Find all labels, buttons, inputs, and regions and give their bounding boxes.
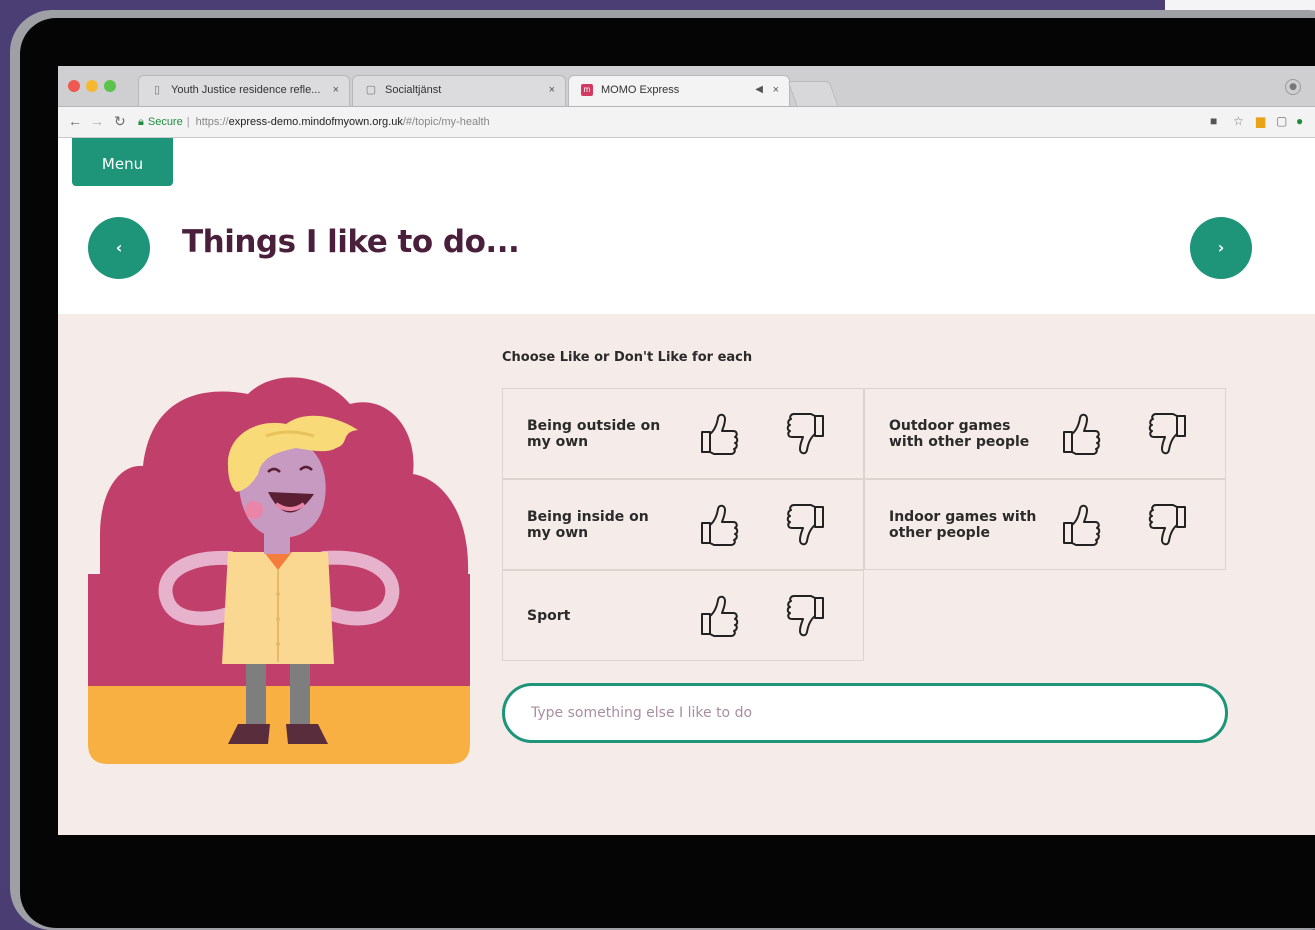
activity-label: Indoor games with other people <box>889 508 1037 541</box>
tab-close-icon[interactable]: × <box>333 84 339 96</box>
menu-button[interactable]: Menu <box>72 138 173 186</box>
minimize-window-icon[interactable] <box>86 80 98 92</box>
tab-label: MOMO Express <box>601 84 680 96</box>
extension-square-icon[interactable]: ▢ <box>1276 113 1287 129</box>
tab-label: Socialtjänst <box>385 84 442 96</box>
page-title: Things I like to do... <box>182 224 520 260</box>
activity-label: Being inside on my own <box>527 508 649 541</box>
thumbs-down-icon[interactable] <box>1146 410 1190 458</box>
thumbs-up-icon[interactable] <box>1059 410 1103 458</box>
activity-label: Being outside on my own <box>527 417 661 450</box>
activity-cell-indoor-games: Indoor games with other people <box>864 479 1226 570</box>
reload-icon[interactable]: ↻ <box>114 113 126 130</box>
new-tab-button[interactable] <box>787 81 839 106</box>
url-host: express-demo.mindofmyown.org.uk <box>228 116 403 128</box>
browser-tab-socialtjanst[interactable]: ▢ Socialtjänst × <box>352 75 566 106</box>
forward-arrow-icon[interactable]: → <box>90 113 104 129</box>
extension-folder-icon[interactable]: ▆ <box>1256 113 1265 129</box>
thumbs-down-icon[interactable] <box>1146 501 1190 549</box>
activity-cell-inside-alone: Being inside on my own <box>502 479 864 570</box>
previous-button[interactable]: ‹ <box>88 217 150 279</box>
activity-label: Sport <box>527 607 571 624</box>
url-field[interactable]: 🔒︎ Secure | https://express-demo.mindofmyow… <box>138 111 1138 133</box>
tab-label: Youth Justice residence refle... <box>171 84 321 96</box>
thumbs-down-icon[interactable] <box>784 592 828 640</box>
camera-icon[interactable]: ■ <box>1210 113 1217 129</box>
instruction-text: Choose Like or Don't Like for each <box>502 350 753 365</box>
tab-close-icon[interactable]: × <box>773 84 779 96</box>
browser-tab-momo-express[interactable]: m MOMO Express ◀ × <box>568 75 790 106</box>
thumbs-down-icon[interactable] <box>784 410 828 458</box>
document-icon: ▢ <box>365 84 377 96</box>
thumbs-down-icon[interactable] <box>784 501 828 549</box>
laptop-screen: ▯ Youth Justice residence refle... × ▢ S… <box>58 66 1315 835</box>
web-page: Menu ‹ Things I like to do... › Choose L… <box>58 138 1315 835</box>
illustration-floor <box>88 684 470 764</box>
something-else-input[interactable] <box>502 683 1228 743</box>
url-path: /#/topic/my-health <box>402 116 490 128</box>
question-panel: Choose Like or Don't Like for each Being… <box>58 314 1315 835</box>
speaker-icon[interactable]: ◀ <box>755 84 763 95</box>
activity-cell-sport: Sport <box>502 570 864 661</box>
activity-cell-outdoor-games: Outdoor games with other people <box>864 388 1226 479</box>
tab-close-icon[interactable]: × <box>549 84 555 96</box>
browser-address-bar: ← → ↻ 🔒︎ Secure | https://express-demo.mind… <box>58 107 1315 138</box>
page-icon: ▯ <box>153 84 161 96</box>
activity-cell-outside-alone: Being outside on my own <box>502 388 864 479</box>
browser-tab-bar: ▯ Youth Justice residence refle... × ▢ S… <box>58 66 1315 107</box>
character-illustration <box>88 377 470 764</box>
lock-icon: 🔒︎ <box>138 116 144 128</box>
activity-grid: Being outside on my own Outdoor games wi… <box>502 388 1228 662</box>
thumbs-up-icon[interactable] <box>697 410 741 458</box>
maximize-window-icon[interactable] <box>104 80 116 92</box>
url-separator: | <box>186 116 190 128</box>
url-scheme: https:// <box>195 116 229 128</box>
thumbs-up-icon[interactable] <box>1059 501 1103 549</box>
extension-circle-icon[interactable]: ● <box>1296 113 1303 129</box>
star-icon[interactable]: ☆ <box>1233 113 1244 129</box>
close-window-icon[interactable] <box>68 80 80 92</box>
thumbs-up-icon[interactable] <box>697 592 741 640</box>
secure-label: Secure <box>147 116 183 128</box>
profile-icon[interactable]: ● <box>1285 79 1301 95</box>
thumbs-up-icon[interactable] <box>697 501 741 549</box>
activity-label: Outdoor games with other people <box>889 417 1030 450</box>
browser-tab-youth-justice[interactable]: ▯ Youth Justice residence refle... × <box>138 75 350 106</box>
back-arrow-icon[interactable]: ← <box>68 113 82 129</box>
next-button[interactable]: › <box>1190 217 1252 279</box>
momo-favicon: m <box>581 84 593 96</box>
